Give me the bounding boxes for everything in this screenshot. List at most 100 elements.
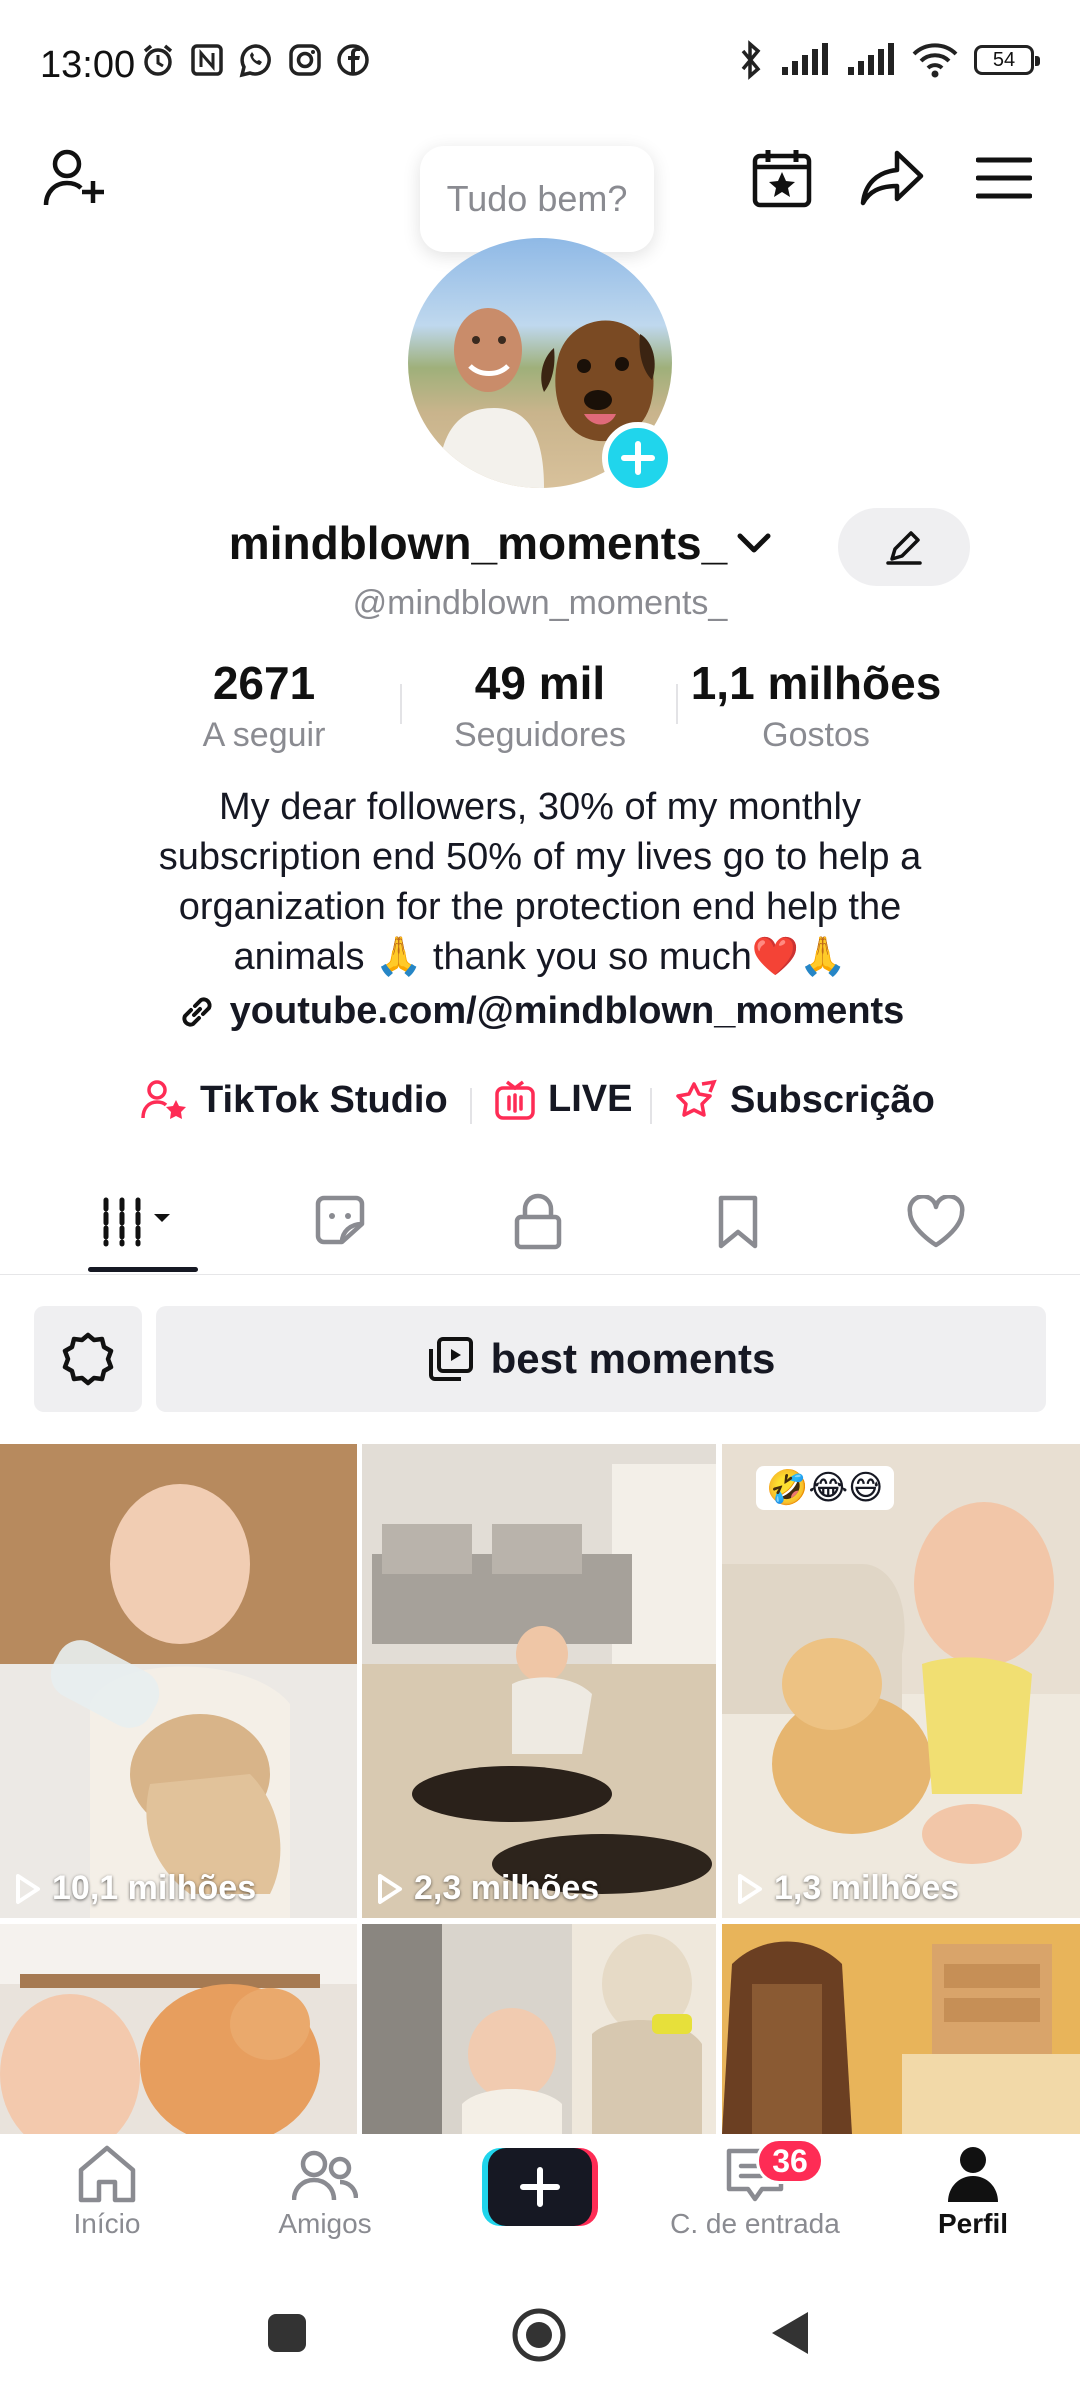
tab-videos[interactable] <box>82 1172 202 1272</box>
calendar-star-icon <box>751 147 813 209</box>
view-count-label: 10,1 milhões <box>52 1869 257 1907</box>
quick-link-label: TikTok Studio <box>200 1078 448 1121</box>
back-triangle-icon <box>770 2310 810 2356</box>
tiktok-studio-button[interactable]: TikTok Studio <box>140 1078 448 1122</box>
create-icon <box>482 2148 598 2226</box>
edit-profile-button[interactable] <box>838 508 970 586</box>
battery-icon: 54 <box>974 45 1040 75</box>
menu-button[interactable] <box>964 138 1044 218</box>
nav-home[interactable]: Início <box>22 2134 192 2240</box>
live-button[interactable]: LIVE <box>494 1078 632 1121</box>
inbox-badge: 36 <box>756 2138 824 2184</box>
followers-label: Seguidores <box>453 716 626 754</box>
tab-saved[interactable] <box>678 1172 798 1272</box>
calendar-button[interactable] <box>742 138 822 218</box>
video-thumbnail[interactable]: 🤣😂😅 1,3 milhões <box>722 1444 1080 1918</box>
nav-label: Amigos <box>278 2208 372 2239</box>
tab-private[interactable] <box>478 1172 598 1272</box>
following-count: 2671 <box>212 657 316 709</box>
play-icon <box>736 1873 764 1905</box>
username: @mindblown_moments_ <box>352 584 728 622</box>
quick-divider <box>470 1088 472 1124</box>
pencil-icon <box>884 527 924 567</box>
stat-divider <box>400 684 402 724</box>
quick-link-label: LIVE <box>548 1078 633 1120</box>
collection-icon <box>427 1335 475 1383</box>
link-icon <box>176 991 218 1033</box>
view-count: 2,3 milhões <box>376 1869 599 1908</box>
video-thumbnail[interactable] <box>362 1924 716 2134</box>
bluetooth-icon <box>738 40 764 80</box>
plus-icon <box>620 440 656 476</box>
subscription-button[interactable]: Subscrição <box>672 1078 935 1122</box>
collection-button[interactable]: best moments <box>156 1306 1046 1412</box>
heart-icon <box>906 1195 966 1249</box>
emoji-sticker: 🤣😂😅 <box>756 1466 894 1510</box>
videos-grid-icon <box>100 1194 184 1250</box>
video-thumbnail[interactable]: 2,3 milhões <box>362 1444 716 1918</box>
nfc-icon <box>190 43 224 77</box>
bio-line: organization for the protection end help… <box>178 886 902 928</box>
alarm-icon <box>140 42 176 78</box>
friends-icon <box>292 2148 358 2204</box>
view-count: 1,3 milhões <box>736 1869 959 1908</box>
nav-label: Início <box>73 2208 141 2239</box>
video-thumbnail[interactable]: 10,1 milhões <box>0 1444 357 1918</box>
active-tab-indicator <box>88 1267 198 1272</box>
home-button[interactable] <box>510 2306 568 2364</box>
add-friend-button[interactable] <box>36 138 116 218</box>
following-stat[interactable]: 2671 A seguir <box>134 656 394 755</box>
nav-profile[interactable]: Perfil <box>888 2134 1058 2240</box>
bio: My dear followers, 30% of my monthly sub… <box>100 782 980 982</box>
likes-stat[interactable]: 1,1 milhões Gostos <box>686 656 946 755</box>
tab-liked[interactable] <box>876 1172 996 1272</box>
view-count-label: 2,3 milhões <box>414 1869 600 1907</box>
back-button[interactable] <box>770 2310 810 2356</box>
tabs-divider <box>0 1274 1080 1275</box>
subscription-icon <box>672 1078 718 1122</box>
gear-icon <box>60 1331 116 1387</box>
play-icon <box>14 1873 42 1905</box>
whatsapp-icon <box>238 42 274 78</box>
link-text: youtube.com/@mindblown_moments <box>229 990 905 1032</box>
menu-icon <box>976 156 1032 200</box>
video-thumbnail[interactable] <box>722 1924 1080 2134</box>
status-bubble[interactable]: Tudo bem? <box>420 146 654 252</box>
share-profile-button[interactable] <box>852 138 932 218</box>
bio-line: My dear followers, 30% of my monthly <box>218 786 861 828</box>
tab-reposts[interactable] <box>280 1172 400 1272</box>
circle-home-icon <box>510 2306 568 2364</box>
bio-line: animals 🙏 thank you so much❤️🙏 <box>233 936 847 978</box>
sort-settings-button[interactable] <box>34 1306 142 1412</box>
followers-count: 49 mil <box>474 657 606 709</box>
add-story-button[interactable] <box>602 422 674 494</box>
system-navigation <box>0 2280 1080 2400</box>
bio-line: subscription end 50% of my lives go to h… <box>158 836 922 878</box>
quick-link-label: Subscrição <box>730 1078 935 1121</box>
play-icon <box>376 1873 404 1905</box>
private-lock-icon <box>513 1193 563 1251</box>
wifi-icon <box>912 42 958 78</box>
quick-divider <box>650 1088 652 1124</box>
home-icon <box>75 2144 139 2204</box>
create-button[interactable] <box>482 2148 598 2226</box>
profile-icon <box>945 2144 1001 2204</box>
view-count: 10,1 milhões <box>14 1869 256 1908</box>
studio-icon <box>140 1078 188 1122</box>
display-name: mindblown_moments_ <box>228 517 728 569</box>
chevron-down-icon <box>737 532 771 554</box>
stat-divider <box>676 684 678 724</box>
nav-label: C. de entrada <box>670 2208 840 2239</box>
video-thumbnail[interactable] <box>0 1924 357 2134</box>
view-count-label: 1,3 milhões <box>774 1869 960 1907</box>
bookmark-icon <box>716 1194 760 1250</box>
nav-friends[interactable]: Amigos <box>240 2134 410 2240</box>
profile-link[interactable]: youtube.com/@mindblown_moments <box>0 990 1080 1043</box>
square-icon <box>266 2312 308 2354</box>
recents-button[interactable] <box>266 2312 308 2354</box>
add-user-icon <box>43 147 109 209</box>
likes-label: Gostos <box>762 716 870 754</box>
battery-level: 54 <box>992 48 1016 71</box>
followers-stat[interactable]: 49 mil Seguidores <box>410 656 670 755</box>
share-icon <box>859 149 925 207</box>
